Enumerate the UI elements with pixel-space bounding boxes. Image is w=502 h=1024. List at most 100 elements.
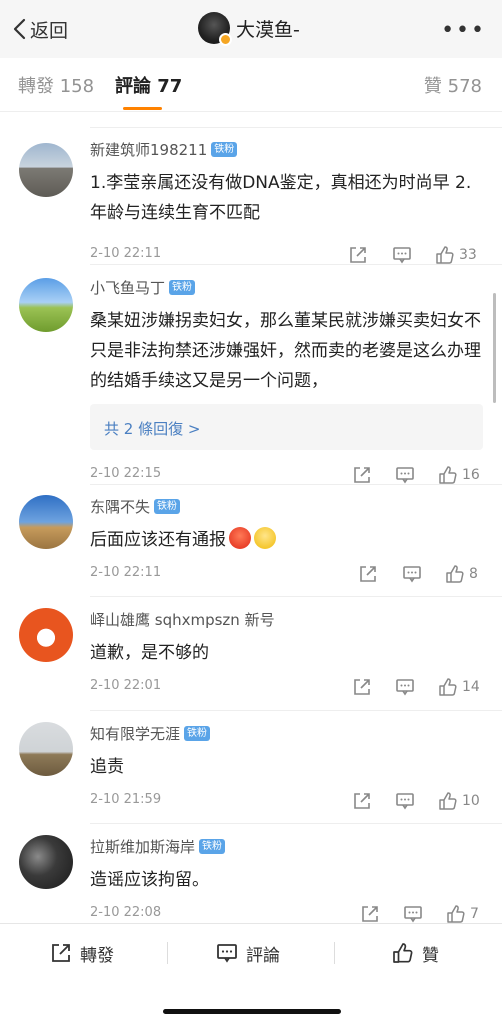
- comment-icon[interactable]: [402, 563, 422, 585]
- thumbs-up-icon: [446, 565, 464, 583]
- comment-icon[interactable]: [395, 676, 415, 698]
- commenter-name[interactable]: 小飞鱼马丁: [90, 277, 165, 298]
- back-button[interactable]: 返回: [12, 14, 68, 44]
- comment-footer: 2-10 21:59 10: [90, 790, 488, 812]
- like-button[interactable]: 16: [438, 464, 480, 486]
- top-bar: 返回 大漠鱼- •••: [0, 0, 502, 58]
- divider: [90, 264, 502, 265]
- like-button[interactable]: 10: [438, 790, 480, 812]
- comment-text-content: 后面应该还有通报: [90, 530, 226, 550]
- share-icon[interactable]: [352, 676, 372, 698]
- angry-emoji-icon: [229, 527, 251, 549]
- thumbs-up-icon: [436, 246, 454, 264]
- verified-badge-icon: [219, 33, 232, 46]
- fan-badge: 铁粉: [169, 279, 196, 295]
- tab-comment-label: 評論 77: [115, 76, 183, 97]
- tab-bar: 轉發 158 評論 77 贊 578: [0, 58, 502, 112]
- comment-label: 評論: [246, 945, 280, 966]
- scrollbar[interactable]: [493, 293, 496, 403]
- divider: [334, 942, 335, 964]
- like-button[interactable]: 14: [438, 676, 480, 698]
- commenter-name[interactable]: 东隅不失: [90, 496, 150, 517]
- comment-icon[interactable]: [395, 464, 415, 486]
- like-button[interactable]: 33: [435, 244, 477, 266]
- comment-icon[interactable]: [392, 244, 412, 266]
- divider: [90, 596, 502, 597]
- comment-text: 造谣应该拘留。: [90, 870, 209, 890]
- comment-text: 追责: [90, 757, 124, 777]
- share-icon[interactable]: [352, 464, 372, 486]
- comment-icon[interactable]: [403, 903, 423, 923]
- like-button[interactable]: 8: [445, 563, 478, 585]
- timestamp: 2-10 21:59: [90, 792, 162, 807]
- divider: [90, 710, 502, 711]
- divider: [167, 942, 168, 964]
- active-tab-indicator: [123, 107, 163, 110]
- home-indicator[interactable]: [163, 1009, 341, 1014]
- avatar[interactable]: [19, 143, 73, 197]
- fan-badge: 铁粉: [184, 725, 211, 741]
- like-label: 贊: [422, 945, 439, 966]
- avatar[interactable]: [19, 608, 73, 662]
- like-count: 10: [462, 793, 480, 809]
- tab-comment[interactable]: 評論 77: [115, 72, 183, 110]
- thumbs-up-icon: [447, 905, 465, 923]
- comment-footer: 2-10 22:11 33: [90, 244, 488, 266]
- sad-emoji-icon: [254, 527, 276, 549]
- share-icon[interactable]: [360, 903, 380, 923]
- avatar[interactable]: [19, 495, 73, 549]
- thumbs-up-icon: [393, 943, 413, 963]
- fan-badge: 铁粉: [154, 498, 181, 514]
- commenter-name[interactable]: 新建筑师198211: [90, 139, 207, 160]
- bottom-action-bar: 轉發 評論 贊: [0, 923, 502, 1024]
- like-count: 7: [470, 906, 479, 922]
- comment-button[interactable]: 評論: [216, 938, 280, 968]
- fan-badge: 铁粉: [211, 141, 238, 157]
- timestamp: 2-10 22:08: [90, 905, 162, 920]
- author-name[interactable]: 大漠鱼-: [236, 15, 300, 42]
- timestamp: 2-10 22:11: [90, 246, 162, 261]
- repost-button[interactable]: 轉發: [50, 938, 114, 968]
- share-icon[interactable]: [358, 563, 378, 585]
- avatar[interactable]: [19, 835, 73, 889]
- tab-like[interactable]: 贊 578: [424, 72, 482, 98]
- like-button[interactable]: 7: [446, 903, 479, 923]
- share-icon[interactable]: [352, 790, 372, 812]
- comment-list[interactable]: 新建筑师198211 铁粉 1.李莹亲属还没有做DNA鉴定，真相还为时尚早 2.…: [0, 113, 502, 923]
- comment-text: 道歉，是不够的: [90, 643, 209, 663]
- comment-icon: [217, 944, 237, 963]
- avatar[interactable]: [19, 722, 73, 776]
- comment-footer: 2-10 22:01 14: [90, 676, 488, 698]
- timestamp: 2-10 22:11: [90, 565, 162, 580]
- like-count: 16: [462, 467, 480, 483]
- divider: [90, 127, 502, 128]
- fan-badge: 铁粉: [199, 838, 226, 854]
- avatar[interactable]: [19, 278, 73, 332]
- commenter-name[interactable]: 拉斯维加斯海岸: [90, 836, 195, 857]
- comment-icon[interactable]: [395, 790, 415, 812]
- comment-text: 1.李莹亲属还没有做DNA鉴定，真相还为时尚早 2.年龄与连续生育不匹配: [90, 173, 472, 223]
- comment-text: 后面应该还有通报: [90, 525, 488, 555]
- repost-label: 轉發: [80, 945, 114, 966]
- like-button[interactable]: 贊: [392, 938, 439, 968]
- commenter-name[interactable]: 知有限学无涯: [90, 723, 180, 744]
- timestamp: 2-10 22:15: [90, 466, 162, 481]
- thumbs-up-icon: [439, 466, 457, 484]
- like-count: 8: [469, 566, 478, 582]
- avatar[interactable]: [198, 12, 232, 46]
- comment-text: 桑某妞涉嫌拐卖妇女，那么董某民就涉嫌买卖妇女不只是非法拘禁还涉嫌强奸，然而卖的老…: [90, 311, 481, 391]
- thumbs-up-icon: [439, 792, 457, 810]
- comment-footer: 2-10 22:11 8: [90, 563, 488, 585]
- like-count: 33: [459, 247, 477, 263]
- back-label: 返回: [30, 19, 69, 42]
- more-icon[interactable]: •••: [441, 18, 486, 43]
- thumbs-up-icon: [439, 678, 457, 696]
- view-replies-link[interactable]: 共 2 條回復 >: [90, 404, 483, 450]
- comment-footer: 2-10 22:15 16: [90, 464, 488, 486]
- post-author[interactable]: 大漠鱼-: [198, 12, 300, 46]
- like-count: 14: [462, 679, 480, 695]
- tab-repost[interactable]: 轉發 158: [18, 72, 94, 98]
- divider: [90, 484, 502, 485]
- share-icon[interactable]: [348, 244, 368, 266]
- commenter-name[interactable]: 峄山雄鹰 sqhxmpszn 新号: [90, 609, 275, 630]
